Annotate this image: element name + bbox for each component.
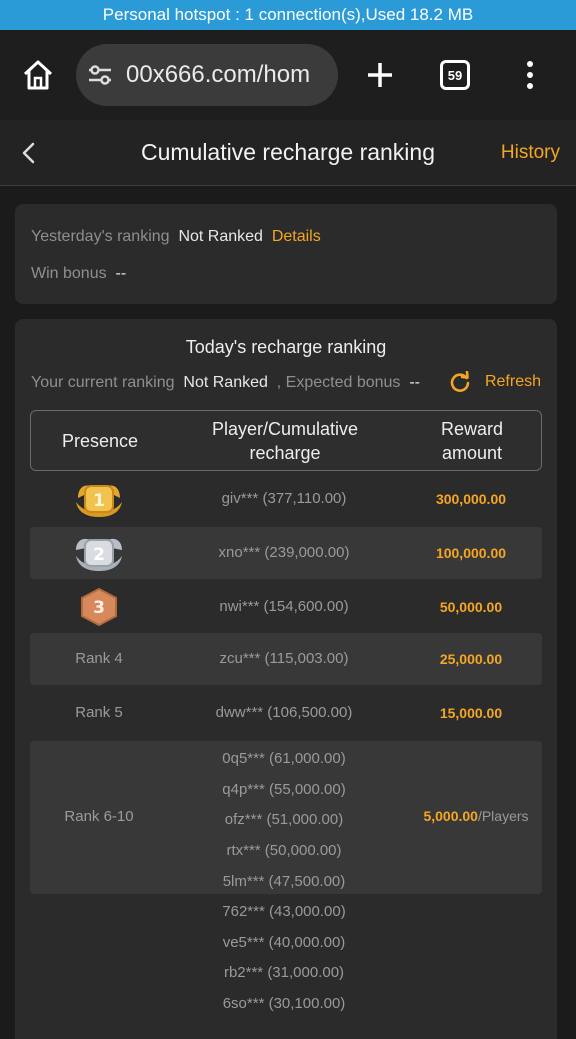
player-entry: ofz*** (51,000.00) [224,811,344,828]
table-row: Rank 4 zcu*** (115,003.00) 25,000.00 [30,633,542,685]
reward-amount: 300,000.00 [435,491,507,507]
group-reward: 5,000.00/Players [402,808,550,825]
history-link[interactable]: History [501,142,560,164]
url-bar[interactable]: 00x666.com/hom [76,44,338,106]
home-icon[interactable] [14,51,62,99]
yesterday-row: Yesterday's ranking Not Ranked Details [31,228,321,246]
player-entry: 0q5*** (61,000.00) [222,750,346,767]
col-reward-line1: Reward [440,419,504,439]
player-entry: rb2*** (31,000.00) [223,964,345,981]
new-tab-icon[interactable] [360,55,400,95]
page-title: Cumulative recharge ranking [140,139,436,165]
player-entry: giv*** (377,110.00) [221,490,347,507]
status-text: Personal hotspot : 1 connection(s),Used … [102,5,474,24]
yesterday-label: Yesterday's ranking [31,228,170,245]
reward-amount: 100,000.00 [435,545,507,561]
expected-bonus-value: -- [409,374,420,391]
player-entry: q4p*** (55,000.00) [222,781,346,798]
player-entry: zcu*** (115,003.00) [219,650,349,667]
table-row: Rank 5 dww*** (106,500.00) 15,000.00 [30,687,542,739]
win-bonus-row: Win bonus -- [31,265,126,283]
back-icon[interactable] [16,140,42,166]
col-player-line2: recharge [249,443,321,463]
reward-amount: 50,000.00 [439,599,503,615]
gold-medal-icon: 1 [76,485,122,517]
expected-bonus-label: , Expected bonus [276,374,401,391]
refresh-button[interactable]: Refresh [449,371,541,393]
silver-medal-icon: 2 [76,538,122,571]
player-entry: xno*** (239,000.00) [218,544,350,561]
medal-number: 3 [93,598,105,618]
yesterday-value: Not Ranked [178,228,263,245]
player-entry: 5lm*** (47,500.00) [222,873,346,890]
table-row: 2 xno*** (239,000.00) 100,000.00 [30,527,542,579]
win-bonus-label: Win bonus [31,265,107,282]
rank-label: Rank 4 [75,650,123,667]
today-title: Today's recharge ranking [185,337,387,357]
player-entry: dww*** (106,500.00) [215,704,353,721]
player-entry: rtx*** (50,000.00) [226,842,342,859]
player-entry: nwi*** (154,600.00) [219,598,349,615]
rank-group-6-10: Rank 6-10 0q5*** (61,000.00) q4p*** (55,… [30,741,542,894]
rank-group-next: 762*** (43,000.00) ve5*** (40,000.00) rb… [30,897,542,1037]
tab-count: 59 [447,67,463,83]
player-entry: ve5*** (40,000.00) [222,934,346,951]
table-header: Presence Player/Cumulative recharge Rewa… [30,410,542,471]
col-reward-line2: amount [441,443,503,463]
col-presence: Presence [61,431,139,451]
bronze-medal-icon: 3 [81,587,117,627]
reward-amount: 25,000.00 [439,651,503,667]
refresh-label: Refresh [484,373,541,390]
refresh-icon [450,371,470,392]
per-players: /Players [477,808,529,824]
page-header: Cumulative recharge ranking History [0,120,576,186]
reward-amount: 5,000.00 [423,808,478,824]
url-text: 00x666.com/hom [126,61,311,88]
today-card: Today's recharge ranking Your current ra… [15,319,557,1039]
browser-toolbar: 00x666.com/hom 59 [0,30,576,120]
site-settings-icon[interactable] [86,61,114,89]
tab-count-button[interactable]: 59 [440,60,470,90]
player-entry: 762*** (43,000.00) [222,903,346,920]
rank-label: Rank 5 [75,704,123,721]
col-player-line1: Player/Cumulative [211,419,359,439]
more-menu-icon[interactable] [520,55,540,95]
current-ranking-value: Not Ranked [183,374,268,391]
win-bonus-value: -- [115,265,127,282]
details-link[interactable]: Details [272,228,321,245]
medal-number: 1 [93,491,105,511]
rank-label: Rank 6-10 [64,808,134,825]
yesterday-card: Yesterday's ranking Not Ranked Details W… [15,204,557,304]
medal-number: 2 [93,545,105,565]
player-entry: 6so*** (30,100.00) [222,995,346,1012]
reward-amount: 15,000.00 [439,705,503,721]
table-row: 3 nwi*** (154,600.00) 50,000.00 [30,581,542,633]
current-ranking-row: Your current ranking Not Ranked , Expect… [31,374,420,392]
status-bar: Personal hotspot : 1 connection(s),Used … [0,0,576,30]
table-row: 1 giv*** (377,110.00) 300,000.00 [30,473,542,525]
current-ranking-label: Your current ranking [31,374,175,391]
